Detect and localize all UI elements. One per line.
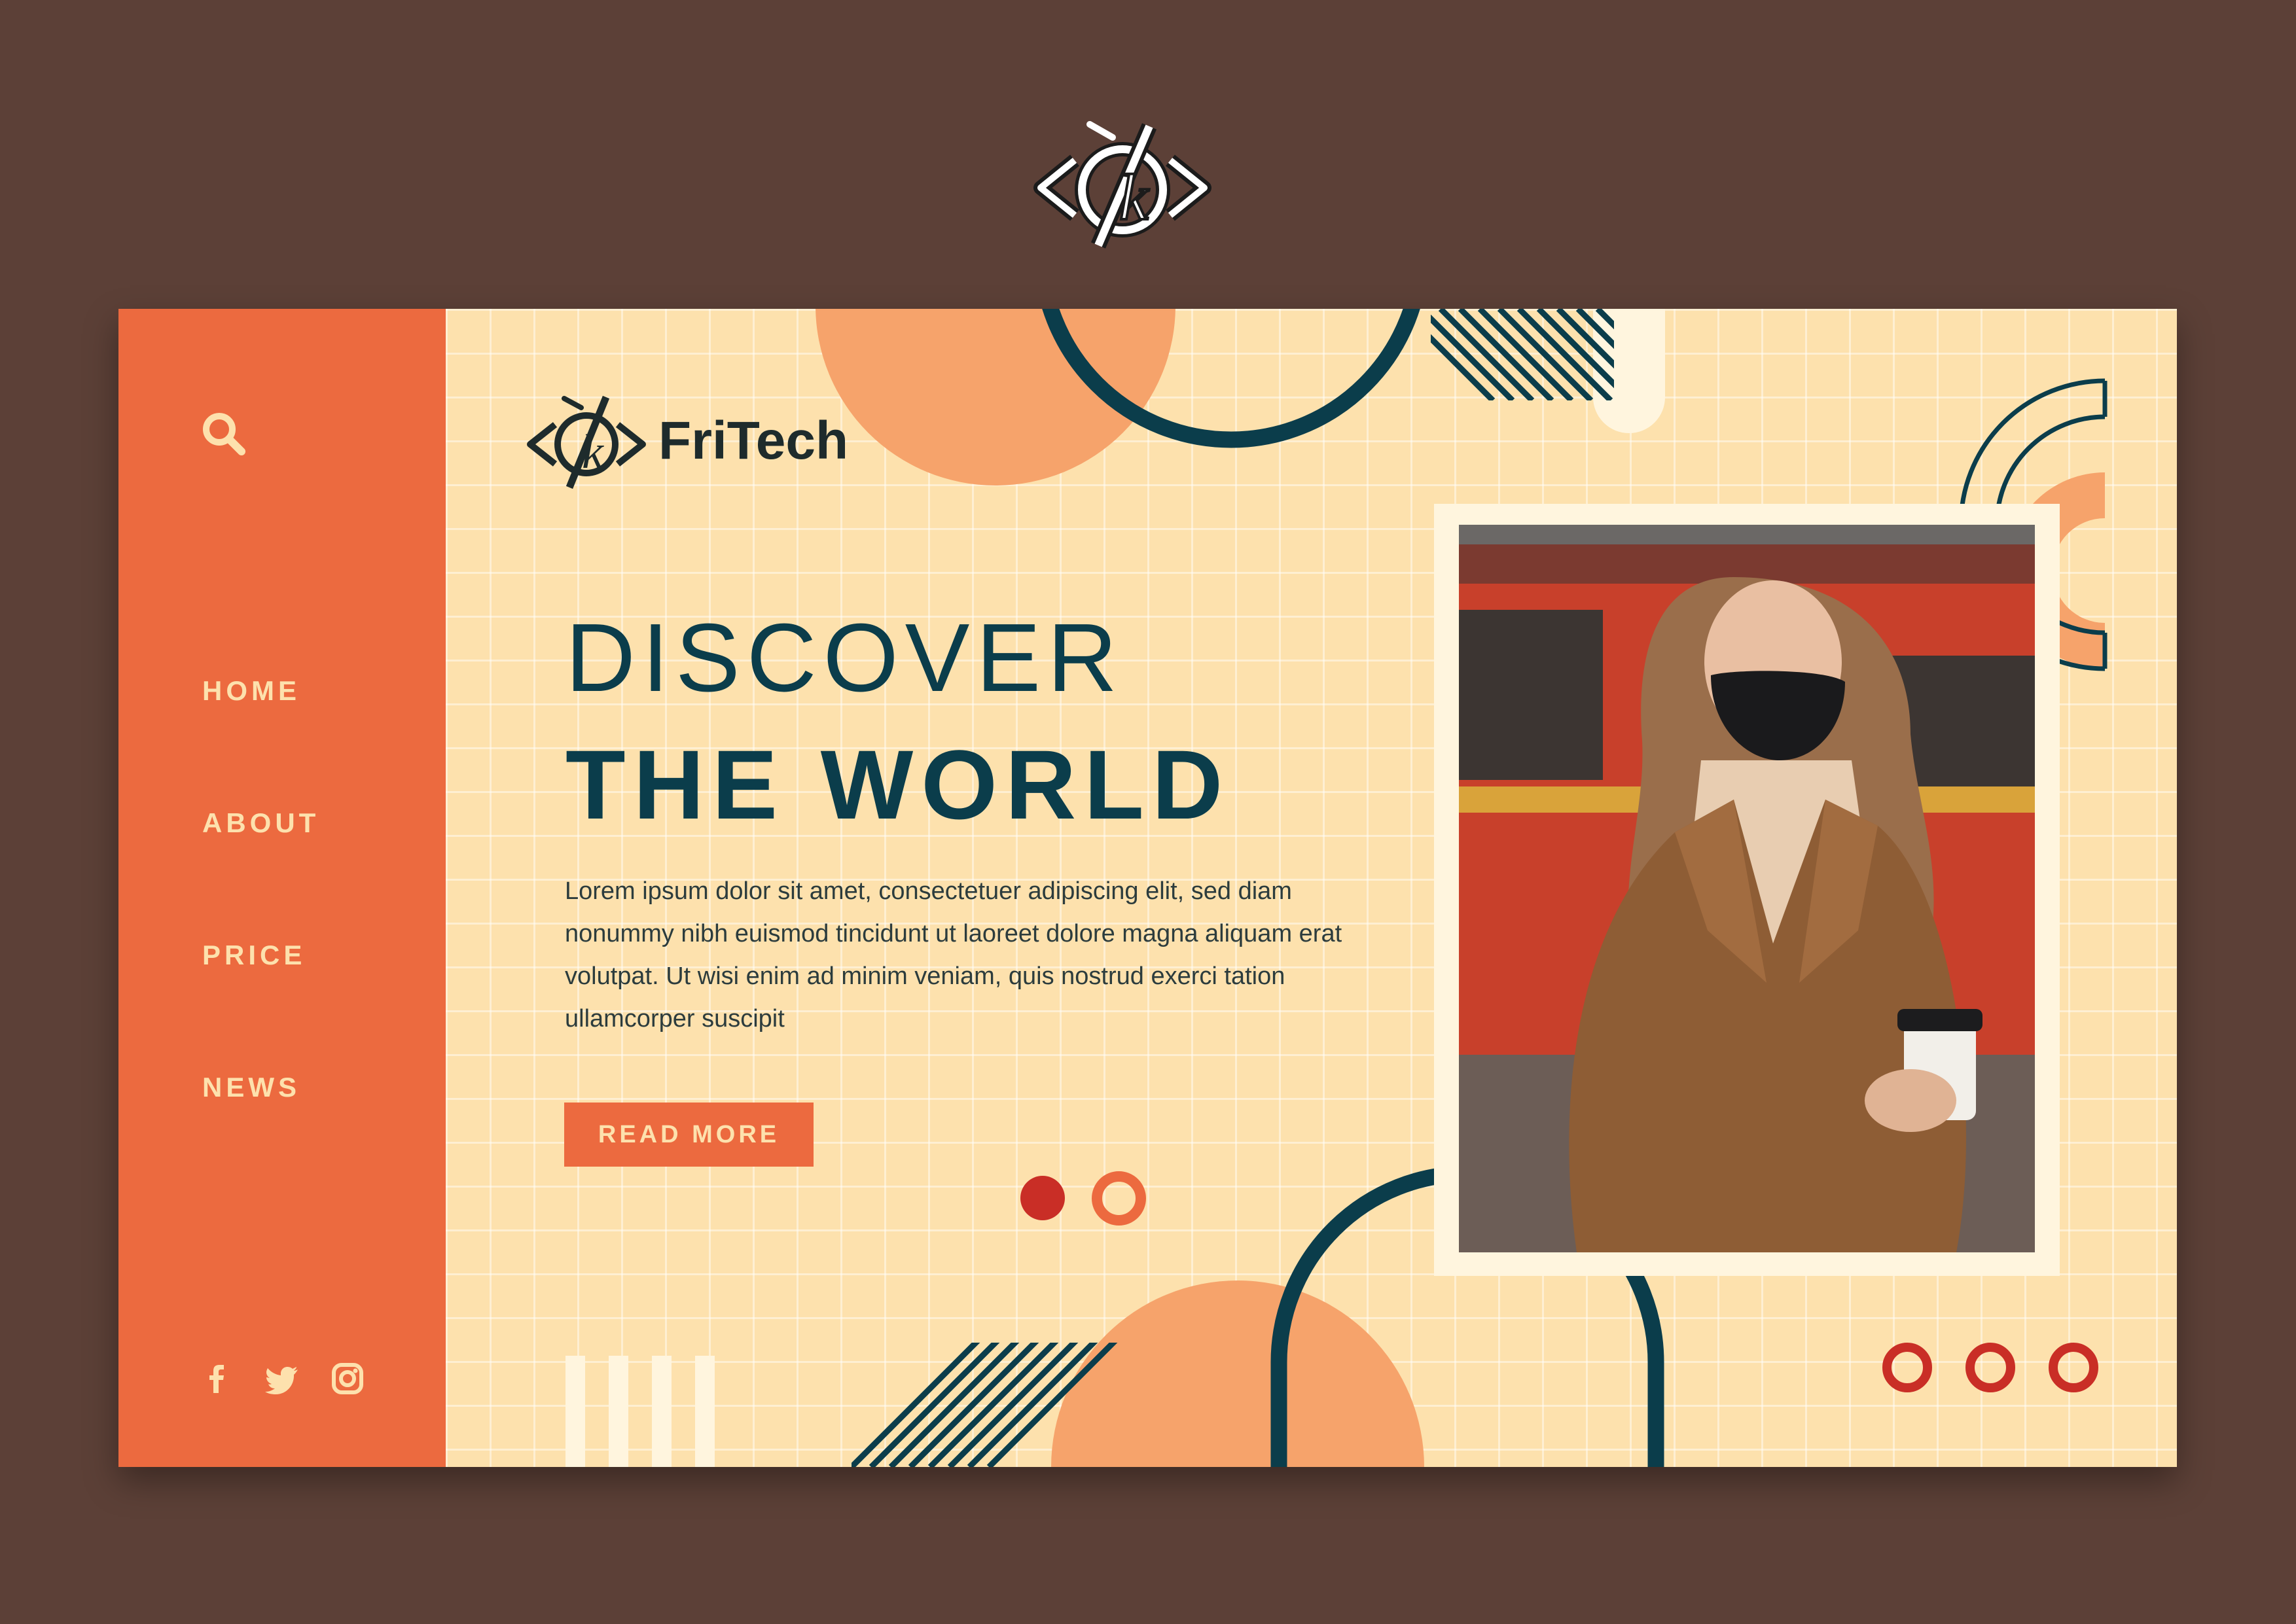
instagram-link[interactable] bbox=[328, 1359, 367, 1398]
landing-page-card: HOME ABOUT PRICE NEWS k FriTech DISCOVER… bbox=[118, 309, 2177, 1467]
search-button[interactable] bbox=[198, 408, 251, 461]
sidebar: HOME ABOUT PRICE NEWS bbox=[118, 309, 446, 1467]
hero-body-text: Lorem ipsum dolor sit amet, consectetuer… bbox=[565, 877, 1342, 1033]
nav-item-home[interactable]: HOME bbox=[202, 675, 300, 707]
nav-item-news[interactable]: NEWS bbox=[202, 1072, 300, 1103]
woman-with-mask-photo bbox=[1459, 525, 2035, 1252]
twitter-icon bbox=[265, 1367, 298, 1394]
headline-line-1: DISCOVER bbox=[565, 604, 1124, 712]
read-more-button[interactable]: READ MORE bbox=[564, 1103, 814, 1167]
svg-text:k: k bbox=[582, 425, 604, 479]
ring-decoration bbox=[1882, 1343, 1932, 1392]
brand-logo-icon: k bbox=[527, 395, 646, 489]
ring-decoration bbox=[2049, 1343, 2098, 1392]
facebook-link[interactable] bbox=[197, 1359, 236, 1398]
headline-line-2: THE WORLD bbox=[565, 730, 1231, 839]
nav-item-price[interactable]: PRICE bbox=[202, 940, 306, 971]
carousel-dot-active[interactable] bbox=[1020, 1176, 1065, 1220]
svg-text:k: k bbox=[1119, 161, 1149, 234]
ring-decoration bbox=[1965, 1343, 2015, 1392]
brand-logo-icon: k bbox=[1033, 121, 1211, 249]
hero-photo bbox=[1459, 525, 2035, 1252]
brand-name: FriTech bbox=[658, 411, 849, 470]
cream-bars bbox=[565, 1356, 715, 1467]
carousel-dot-inactive[interactable] bbox=[1092, 1171, 1146, 1226]
facebook-icon bbox=[209, 1365, 224, 1393]
nav-item-about[interactable]: ABOUT bbox=[202, 807, 319, 839]
peach-circle-bottom bbox=[1051, 1280, 1424, 1467]
twitter-link[interactable] bbox=[262, 1359, 302, 1398]
search-icon bbox=[203, 413, 245, 455]
instagram-icon bbox=[332, 1363, 363, 1394]
